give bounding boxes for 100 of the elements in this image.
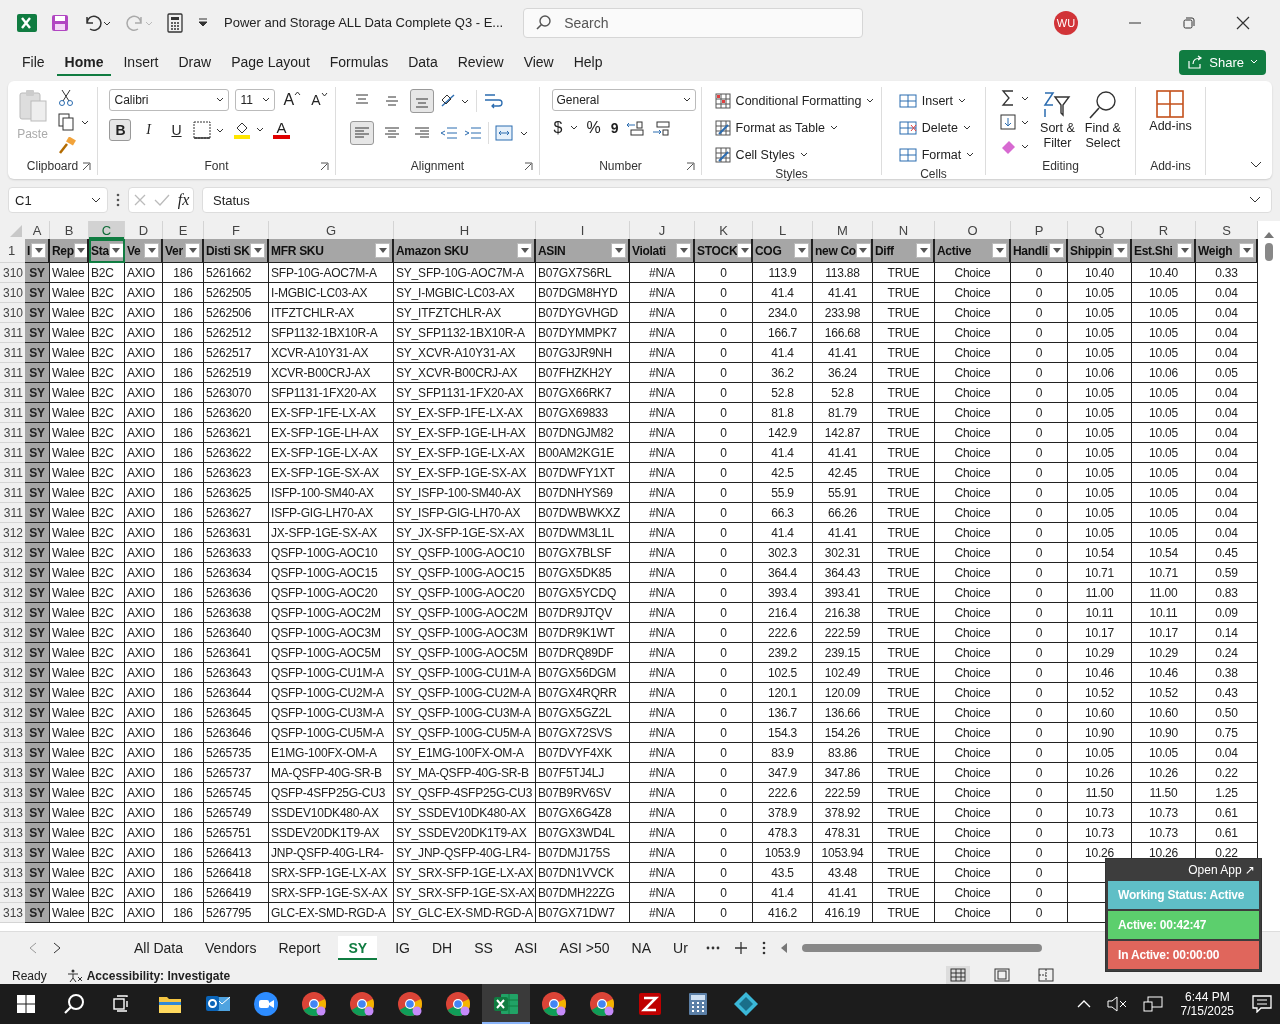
- row-header[interactable]: 313: [0, 823, 25, 843]
- row-header[interactable]: 311: [0, 483, 25, 503]
- column-header[interactable]: P: [1011, 221, 1068, 239]
- sheet-tab[interactable]: IG: [391, 936, 414, 960]
- calculator-icon[interactable]: [166, 12, 184, 33]
- filter-button[interactable]: [992, 243, 1007, 258]
- row-header[interactable]: 312: [0, 563, 25, 583]
- filter-button[interactable]: [794, 243, 809, 258]
- column-header[interactable]: Q: [1068, 221, 1132, 239]
- sheet-tab[interactable]: SS: [470, 936, 497, 960]
- ribbon-tab[interactable]: Draw: [170, 48, 220, 76]
- row-header[interactable]: 311: [0, 423, 25, 443]
- formula-field[interactable]: Status: [202, 187, 1272, 213]
- fill-down-icon[interactable]: [1000, 113, 1031, 131]
- column-header[interactable]: M: [813, 221, 873, 239]
- styles-button[interactable]: Cell Styles: [714, 143, 808, 167]
- cells-button[interactable]: Format: [898, 143, 975, 167]
- filter-button[interactable]: [185, 243, 200, 258]
- caret-icon[interactable]: [570, 125, 579, 131]
- more-sheets-icon[interactable]: [705, 946, 720, 950]
- open-app-link[interactable]: Open App ↗: [1108, 861, 1259, 879]
- row-header[interactable]: 313: [0, 883, 25, 903]
- clock-time[interactable]: 6:44 PM: [1184, 990, 1230, 1004]
- column-header[interactable]: I: [536, 221, 630, 239]
- column-header[interactable]: D: [125, 221, 163, 239]
- row-header[interactable]: 312: [0, 543, 25, 563]
- filter-button[interactable]: [517, 243, 532, 258]
- filter-button[interactable]: [1239, 243, 1254, 258]
- align-button[interactable]: [350, 121, 374, 145]
- dialog-launcher-icon[interactable]: [686, 162, 695, 171]
- restore-icon[interactable]: [1182, 15, 1196, 30]
- accessibility-button[interactable]: Accessibility: Investigate: [66, 969, 231, 983]
- ribbon-tab[interactable]: Home: [56, 48, 112, 76]
- sheet-tab[interactable]: Vendors: [201, 936, 261, 960]
- filter-button[interactable]: [737, 243, 751, 258]
- font-size-field[interactable]: 11: [235, 89, 276, 111]
- sheet-tab[interactable]: DH: [427, 936, 457, 960]
- filter-button[interactable]: [250, 243, 265, 258]
- row-header[interactable]: 311: [0, 383, 25, 403]
- row-header[interactable]: 313: [0, 863, 25, 883]
- row-header[interactable]: 310: [0, 263, 25, 283]
- row-header[interactable]: 313: [0, 803, 25, 823]
- column-header[interactable]: R: [1132, 221, 1196, 239]
- share-button[interactable]: Share: [1179, 49, 1266, 75]
- ribbon-tab[interactable]: Formulas: [321, 48, 397, 76]
- percent-button[interactable]: %: [584, 119, 603, 137]
- collapse-ribbon-icon[interactable]: [1250, 161, 1262, 169]
- sheet-tab[interactable]: All Data: [130, 936, 188, 960]
- filter-button[interactable]: [144, 243, 159, 258]
- row-header[interactable]: 313: [0, 743, 25, 763]
- filter-button[interactable]: [108, 243, 123, 258]
- dialog-launcher-icon[interactable]: [524, 162, 533, 171]
- more-icon[interactable]: [761, 941, 766, 955]
- underline-button[interactable]: U: [165, 119, 188, 141]
- sheet-tab[interactable]: SY: [338, 936, 378, 960]
- sheet-tab[interactable]: ASI: [510, 936, 542, 960]
- column-header[interactable]: L: [753, 221, 813, 239]
- grow-font-button[interactable]: A: [281, 91, 304, 109]
- column-header[interactable]: A: [25, 221, 50, 239]
- column-header[interactable]: N: [873, 221, 935, 239]
- network-icon[interactable]: [1142, 996, 1163, 1012]
- shrink-font-button[interactable]: A: [309, 92, 330, 108]
- more-icon[interactable]: [116, 193, 120, 207]
- row-header[interactable]: 1: [0, 239, 25, 263]
- row-header[interactable]: 311: [0, 443, 25, 463]
- row-header[interactable]: 311: [0, 503, 25, 523]
- row-header[interactable]: 313: [0, 723, 25, 743]
- dialog-launcher-icon[interactable]: [320, 162, 329, 171]
- view-button[interactable]: [946, 965, 970, 987]
- scroll-up-icon[interactable]: [1264, 231, 1274, 239]
- row-header[interactable]: 312: [0, 703, 25, 723]
- row-header[interactable]: 311: [0, 403, 25, 423]
- increase-indent-icon[interactable]: [464, 126, 482, 140]
- row-header[interactable]: 312: [0, 603, 25, 623]
- sheet-tab[interactable]: Ur: [669, 936, 692, 960]
- ribbon-tab[interactable]: Insert: [115, 48, 167, 76]
- row-header[interactable]: 313: [0, 763, 25, 783]
- column-header[interactable]: E: [163, 221, 204, 239]
- next-sheet-icon[interactable]: [52, 942, 62, 954]
- column-header[interactable]: O: [935, 221, 1011, 239]
- filter-button[interactable]: [916, 243, 931, 258]
- filter-button[interactable]: [676, 243, 691, 258]
- ribbon-tab[interactable]: Help: [565, 48, 611, 76]
- row-header[interactable]: 311: [0, 363, 25, 383]
- column-header[interactable]: B: [50, 221, 89, 239]
- row-header[interactable]: 310: [0, 303, 25, 323]
- cut-icon[interactable]: [57, 89, 74, 107]
- row-header[interactable]: 312: [0, 643, 25, 663]
- cells-button[interactable]: Delete: [898, 116, 971, 140]
- filter-button[interactable]: [1177, 243, 1192, 258]
- row-header[interactable]: 312: [0, 623, 25, 643]
- ribbon-tab[interactable]: View: [515, 48, 562, 76]
- cells-button[interactable]: Insert: [898, 89, 966, 113]
- scrollbar-thumb[interactable]: [1265, 243, 1273, 261]
- name-box[interactable]: C1: [8, 187, 108, 213]
- column-header[interactable]: J: [630, 221, 695, 239]
- speaker-muted-icon[interactable]: [1106, 996, 1127, 1012]
- column-header[interactable]: H: [394, 221, 536, 239]
- currency-button[interactable]: $: [551, 119, 565, 137]
- number-format-field[interactable]: General: [551, 89, 696, 111]
